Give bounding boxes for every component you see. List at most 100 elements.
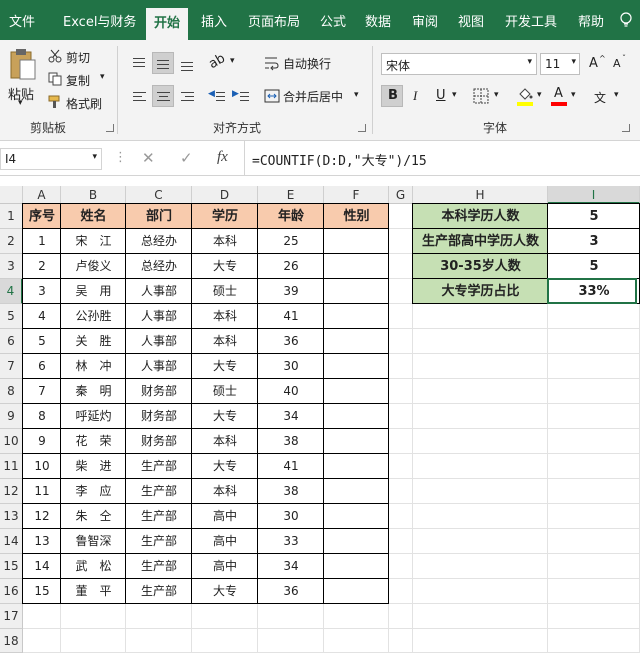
table-cell[interactable]: 7 [23, 379, 61, 404]
table-cell[interactable]: 10 [23, 454, 61, 479]
cancel-icon[interactable]: ✕ [142, 149, 155, 167]
row-header-2[interactable]: 2 [0, 229, 23, 254]
table-cell[interactable]: 8 [23, 404, 61, 429]
tab-excel-finance[interactable]: Excel与财务 [63, 11, 136, 30]
tab-review[interactable]: 审阅 [412, 11, 438, 30]
table-cell[interactable]: 34 [258, 554, 324, 579]
select-all-corner[interactable] [0, 186, 23, 204]
table-cell[interactable]: 33 [258, 529, 324, 554]
bold-button[interactable]: B [381, 85, 403, 107]
row-header-7[interactable]: 7 [0, 354, 23, 379]
font-size-select[interactable]: 11 ▾ [540, 53, 580, 75]
tab-insert[interactable]: 插入 [201, 11, 227, 30]
table-cell[interactable]: 30 [258, 354, 324, 379]
table-cell[interactable]: 人事部 [126, 354, 192, 379]
table-cell[interactable] [324, 579, 389, 604]
fill-dropdown-icon[interactable]: ▾ [537, 90, 542, 100]
table-cell[interactable]: 2 [23, 254, 61, 279]
table-header-cell[interactable]: 姓名 [61, 204, 126, 229]
phonetic-dropdown-icon[interactable]: ▾ [614, 90, 619, 100]
tab-home[interactable]: 开始 [146, 8, 189, 40]
table-cell[interactable]: 财务部 [126, 379, 192, 404]
table-cell[interactable]: 生产部 [126, 479, 192, 504]
table-cell[interactable]: 柴 进 [61, 454, 126, 479]
column-header-g[interactable]: G [389, 186, 413, 204]
table-cell[interactable]: 38 [258, 429, 324, 454]
row-header-8[interactable]: 8 [0, 379, 23, 404]
summary-value-cell[interactable]: 5 [548, 204, 640, 229]
tab-formulas[interactable]: 公式 [320, 11, 346, 30]
table-cell[interactable]: 25 [258, 229, 324, 254]
insert-function-icon[interactable]: fx [217, 149, 228, 166]
table-cell[interactable]: 本科 [192, 229, 258, 254]
table-cell[interactable]: 董 平 [61, 579, 126, 604]
table-cell[interactable] [324, 279, 389, 304]
table-cell[interactable] [324, 379, 389, 404]
table-cell[interactable]: 40 [258, 379, 324, 404]
column-header-a[interactable]: A [23, 186, 61, 204]
align-center-button[interactable] [152, 85, 174, 107]
table-cell[interactable]: 总经办 [126, 229, 192, 254]
table-cell[interactable]: 林 冲 [61, 354, 126, 379]
row-header-9[interactable]: 9 [0, 404, 23, 429]
summary-value-cell[interactable]: 3 [548, 229, 640, 254]
table-cell[interactable]: 吴 用 [61, 279, 126, 304]
table-cell[interactable] [324, 404, 389, 429]
table-cell[interactable]: 武 松 [61, 554, 126, 579]
table-cell[interactable]: 大专 [192, 354, 258, 379]
table-cell[interactable]: 卢俊义 [61, 254, 126, 279]
format-painter-button[interactable]: 格式刷 [66, 95, 102, 112]
lightbulb-icon[interactable] [620, 12, 632, 28]
table-cell[interactable]: 人事部 [126, 304, 192, 329]
name-box[interactable]: I4 ▾ [0, 148, 102, 170]
increase-indent-button[interactable]: ▶ [230, 85, 252, 107]
table-cell[interactable] [324, 479, 389, 504]
table-header-cell[interactable]: 性别 [324, 204, 389, 229]
table-cell[interactable]: 3 [23, 279, 61, 304]
table-cell[interactable]: 高中 [192, 554, 258, 579]
align-middle-button[interactable] [152, 52, 174, 74]
table-cell[interactable]: 41 [258, 304, 324, 329]
table-cell[interactable]: 36 [258, 329, 324, 354]
table-cell[interactable]: 41 [258, 454, 324, 479]
phonetic-button[interactable]: 文 [590, 85, 612, 107]
table-cell[interactable]: 财务部 [126, 429, 192, 454]
table-cell[interactable]: 生产部 [126, 454, 192, 479]
table-cell[interactable]: 人事部 [126, 329, 192, 354]
row-header-10[interactable]: 10 [0, 429, 23, 454]
table-cell[interactable] [324, 354, 389, 379]
table-cell[interactable]: 生产部 [126, 504, 192, 529]
row-header-18[interactable]: 18 [0, 629, 23, 653]
table-cell[interactable]: 高中 [192, 504, 258, 529]
table-cell[interactable]: 34 [258, 404, 324, 429]
align-left-button[interactable] [128, 85, 150, 107]
row-header-14[interactable]: 14 [0, 529, 23, 554]
row-header-1[interactable]: 1 [0, 204, 23, 229]
table-cell[interactable]: 26 [258, 254, 324, 279]
row-header-3[interactable]: 3 [0, 254, 23, 279]
table-cell[interactable]: 14 [23, 554, 61, 579]
column-header-h[interactable]: H [413, 186, 548, 204]
table-cell[interactable]: 总经办 [126, 254, 192, 279]
summary-label-cell[interactable]: 生产部高中学历人数 [413, 229, 548, 254]
wrap-text-button[interactable]: 自动换行 [262, 52, 362, 74]
table-cell[interactable]: 大专 [192, 404, 258, 429]
column-header-d[interactable]: D [192, 186, 258, 204]
table-cell[interactable]: 公孙胜 [61, 304, 126, 329]
table-header-cell[interactable]: 学历 [192, 204, 258, 229]
font-color-button[interactable]: A [548, 85, 570, 107]
column-header-i[interactable]: I [548, 186, 640, 204]
table-cell[interactable]: 财务部 [126, 404, 192, 429]
font-color-dropdown-icon[interactable]: ▾ [571, 90, 576, 100]
table-cell[interactable]: 李 应 [61, 479, 126, 504]
row-header-6[interactable]: 6 [0, 329, 23, 354]
table-cell[interactable] [324, 554, 389, 579]
fill-color-button[interactable] [514, 85, 536, 107]
table-cell[interactable]: 6 [23, 354, 61, 379]
row-header-4[interactable]: 4 [0, 279, 23, 304]
table-cell[interactable] [324, 304, 389, 329]
table-cell[interactable]: 宋 江 [61, 229, 126, 254]
row-header-5[interactable]: 5 [0, 304, 23, 329]
table-cell[interactable]: 硕士 [192, 379, 258, 404]
table-cell[interactable]: 本科 [192, 304, 258, 329]
